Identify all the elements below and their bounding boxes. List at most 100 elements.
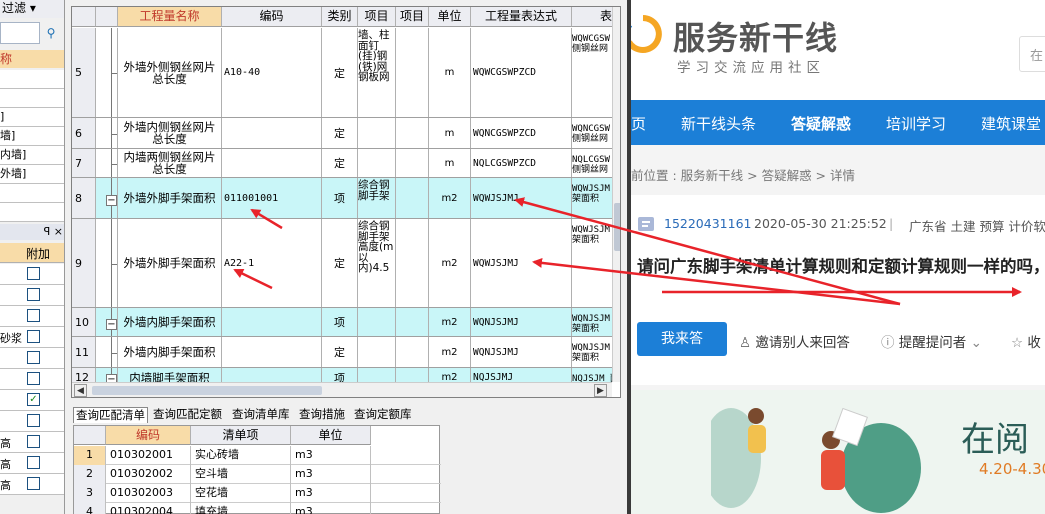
left-list-item[interactable]: 墙] — [0, 127, 64, 146]
col-header-biao[interactable]: 表 — [572, 7, 612, 27]
cell-type[interactable]: 定 — [322, 28, 358, 117]
attach-checkbox[interactable] — [27, 414, 40, 427]
attach-checkbox[interactable] — [27, 288, 40, 301]
cell-proj2[interactable] — [396, 28, 429, 117]
cell-code[interactable]: A22-1 — [222, 219, 322, 307]
bill-col-unit[interactable]: 单位 — [291, 426, 371, 445]
promo-banner[interactable]: 在阅 4.20-4.30 — [631, 390, 1045, 514]
col-header-unit[interactable]: 单位 — [429, 7, 471, 27]
cell-code[interactable] — [222, 149, 322, 177]
cell-proj[interactable] — [358, 337, 396, 367]
tab-query-match-quota[interactable]: 查询匹配定额 — [153, 407, 222, 423]
attach-checkbox[interactable] — [27, 267, 40, 280]
cell-unit[interactable]: m — [429, 28, 471, 117]
cell-name[interactable]: 外墙内脚手架面积 — [118, 337, 222, 367]
grid-row[interactable]: 5 外墙外侧钢丝网片总长度 A10-40 定墙、柱面钉(挂)钢(铁)网钢板网 m WQWC… — [72, 28, 612, 118]
grid-row[interactable]: 11 外墙内脚手架面积定 m2 WQNJSJMJ WQNJSJM 架面积 — [72, 337, 612, 368]
col-header-name[interactable]: 工程量名称 — [118, 7, 222, 27]
bill-cell-code[interactable]: 010302004 — [106, 503, 191, 514]
favorite-button[interactable]: ☆ 收 — [1011, 331, 1041, 351]
bill-row[interactable]: 3 010302003 空花墙 m3 — [74, 484, 441, 503]
cell-unit[interactable]: m2 — [429, 219, 471, 307]
cell-proj2[interactable] — [396, 308, 429, 336]
col-header-proj[interactable]: 项目 — [358, 7, 396, 27]
bill-row[interactable]: 4 010302004 填充墙 m3 — [74, 503, 441, 514]
bill-col-code[interactable]: 编码 — [106, 426, 191, 445]
attach-checkbox[interactable] — [27, 372, 40, 385]
cell-expr[interactable]: WQNCGSWPZCD — [471, 118, 572, 148]
bill-cell-code[interactable]: 010302002 — [106, 465, 191, 484]
pin-icon[interactable]: ꟼ — [44, 225, 51, 238]
cell-proj[interactable] — [358, 149, 396, 177]
bill-cell-item[interactable]: 实心砖墙 — [191, 446, 291, 465]
col-header-expr[interactable]: 工程量表达式 — [471, 7, 572, 27]
invite-answer-button[interactable]: ♙ 邀请别人来回答 — [739, 331, 850, 351]
bill-cell-unit[interactable]: m3 — [291, 484, 371, 503]
cell-code[interactable] — [222, 337, 322, 367]
cell-proj2[interactable] — [396, 118, 429, 148]
filter-dropdown[interactable]: 过滤 ▾ — [0, 0, 64, 18]
cell-expr[interactable]: WQWJSJMJ — [471, 219, 572, 307]
cell-type[interactable]: 项 — [322, 178, 358, 218]
cell-name[interactable]: 外墙外侧钢丝网片总长度 — [118, 28, 222, 117]
bill-cell-item[interactable]: 空花墙 — [191, 484, 291, 503]
cell-code[interactable]: 011001001 — [222, 178, 322, 218]
remind-asker-button[interactable]: ⓘ 提醒提问者 ⌄ — [881, 331, 982, 351]
collapse-toggle-icon[interactable]: − — [106, 194, 117, 206]
cell-proj2[interactable] — [396, 178, 429, 218]
left-list-item[interactable] — [0, 184, 64, 203]
site-logo-title[interactable]: 服务新干线 — [673, 13, 838, 59]
cell-type[interactable]: 定 — [322, 337, 358, 367]
cell-code[interactable]: A10-40 — [222, 28, 322, 117]
collapse-toggle-icon[interactable]: − — [106, 318, 117, 330]
cell-unit[interactable]: m2 — [429, 308, 471, 336]
search-icon[interactable]: ⚲ — [42, 24, 60, 42]
cell-proj[interactable]: 墙、柱面钉(挂)钢(铁)网钢板网 — [358, 28, 396, 117]
grid-row[interactable]: 8− 外墙外脚手架面积 011001001 项综合钢脚手架 m2 WQWJSJMJ WQWJ… — [72, 178, 612, 219]
nav-item-home[interactable]: 页 — [631, 113, 646, 134]
cell-expr[interactable]: WQWJSJMJ — [471, 178, 572, 218]
scroll-right-icon[interactable]: ▶ — [594, 384, 607, 397]
attach-checkbox[interactable] — [27, 456, 40, 469]
question-user[interactable]: 15220431161 — [664, 216, 751, 231]
left-list-item[interactable]: 内墙] — [0, 146, 64, 165]
scroll-thumb[interactable] — [92, 386, 322, 395]
site-search-input[interactable]: 在 — [1019, 36, 1045, 72]
attach-checkbox[interactable] — [27, 309, 40, 322]
bill-row[interactable]: 2 010302002 空斗墙 m3 — [74, 465, 441, 484]
nav-item-classroom[interactable]: 建筑课堂 — [981, 113, 1041, 134]
bill-cell-code[interactable]: 010302001 — [106, 446, 191, 465]
cell-name[interactable]: 外墙外脚手架面积 — [118, 178, 222, 218]
nav-item-headlines[interactable]: 新干线头条 — [681, 113, 756, 134]
attach-checkbox[interactable] — [27, 477, 40, 490]
attach-checkbox[interactable]: ✓ — [27, 393, 40, 406]
bill-row[interactable]: 1 010302001 实心砖墙 m3 — [74, 446, 441, 465]
tab-query-quota-library[interactable]: 查询定额库 — [354, 407, 412, 423]
bill-cell-unit[interactable]: m3 — [291, 446, 371, 465]
cell-proj[interactable]: 综合钢脚手架高度(m以内)4.5 — [358, 219, 396, 307]
cell-unit[interactable]: m — [429, 149, 471, 177]
answer-button[interactable]: 我来答 — [637, 322, 727, 356]
col-header-type[interactable]: 类别 — [322, 7, 358, 27]
left-list-item[interactable] — [0, 203, 64, 222]
cell-name[interactable]: 外墙内侧钢丝网片总长度 — [118, 118, 222, 148]
bill-cell-unit[interactable]: m3 — [291, 503, 371, 514]
cell-expr[interactable]: NQLCGSWPZCD — [471, 149, 572, 177]
cell-type[interactable]: 项 — [322, 308, 358, 336]
bill-col-item[interactable]: 清单项 — [191, 426, 291, 445]
cell-name[interactable]: 外墙外脚手架面积 — [118, 219, 222, 307]
tab-query-match-bill[interactable]: 查询匹配清单 — [73, 407, 148, 423]
grid-row[interactable]: 7 内墙两侧钢丝网片总长度定 m NQLCGSWPZCD NQLCGSW 侧钢丝网 — [72, 149, 612, 178]
cell-proj[interactable] — [358, 118, 396, 148]
nav-item-training[interactable]: 培训学习 — [886, 113, 946, 134]
grid-horizontal-scrollbar[interactable]: ◀ ▶ — [72, 382, 612, 397]
left-list-item[interactable] — [0, 70, 64, 89]
cell-unit[interactable]: m2 — [429, 178, 471, 218]
cell-code[interactable] — [222, 118, 322, 148]
grid-row[interactable]: 9 外墙外脚手架面积 A22-1 定综合钢脚手架高度(m以内)4.5 m2 WQWJSJM… — [72, 219, 612, 308]
close-icon[interactable]: × — [54, 225, 63, 238]
cell-name[interactable]: 外墙内脚手架面积 — [118, 308, 222, 336]
attach-checkbox[interactable] — [27, 435, 40, 448]
bill-cell-item[interactable]: 空斗墙 — [191, 465, 291, 484]
left-list-item[interactable]: ] — [0, 108, 64, 127]
